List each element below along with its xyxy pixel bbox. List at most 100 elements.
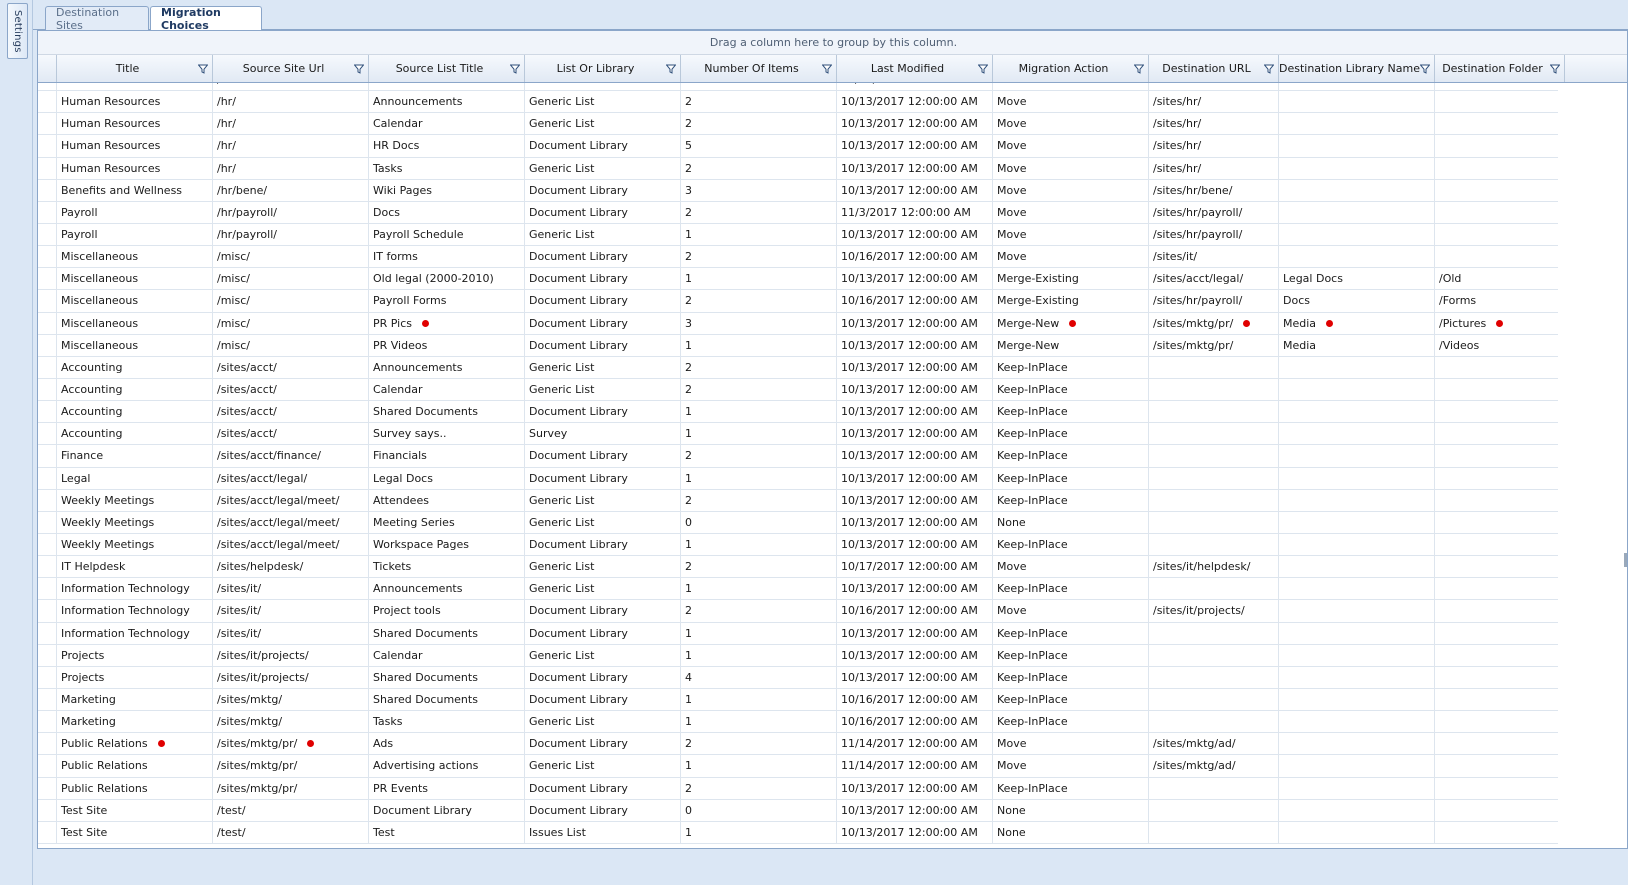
cell-destination-url[interactable]	[1149, 378, 1279, 401]
filter-icon[interactable]	[198, 64, 208, 74]
cell-destination-library-name[interactable]	[1279, 467, 1435, 489]
cell-source-list-title[interactable]: Announcements	[369, 91, 525, 113]
row-indicator[interactable]	[38, 135, 57, 157]
cell-last-modified[interactable]: 10/13/2017 12:00:00 AM	[837, 268, 993, 290]
cell-destination-folder[interactable]	[1435, 645, 1558, 666]
cell-migration-action[interactable]: Merge-New	[993, 312, 1149, 334]
cell-source-list-title[interactable]: Payroll Schedule	[369, 223, 525, 246]
cell-title[interactable]: Information Technology	[57, 622, 213, 644]
row-indicator[interactable]	[38, 113, 57, 135]
cell-number-of-items[interactable]: 2	[681, 157, 837, 179]
cell-title[interactable]: Human Resources	[57, 91, 213, 113]
cell-migration-action[interactable]: Merge-Existing	[993, 268, 1149, 290]
cell-number-of-items[interactable]: 2	[681, 777, 837, 799]
cell-destination-library-name[interactable]	[1279, 401, 1435, 423]
cell-number-of-items[interactable]: 1	[681, 423, 837, 445]
cell-title[interactable]: Finance	[57, 445, 213, 467]
table-row[interactable]: Finance/sites/acct/finance/Financials Doc…	[38, 445, 1558, 468]
table-row[interactable]: Accounting/sites/acct/Survey says.. Surve…	[38, 423, 1558, 446]
cell-last-modified[interactable]: 10/16/2017 12:00:00 AM	[837, 688, 993, 711]
cell-title[interactable]: IT Helpdesk	[57, 556, 213, 578]
cell-destination-url[interactable]	[1149, 423, 1279, 445]
cell-title[interactable]: Human Resources	[57, 113, 213, 135]
cell-list-or-library[interactable]: Document Library	[525, 246, 681, 268]
cell-source-site-url[interactable]: /sites/it/	[213, 578, 369, 600]
cell-migration-action[interactable]: Keep-InPlace	[993, 467, 1149, 489]
cell-destination-url[interactable]: /sites/mktg/pr/	[1149, 334, 1279, 356]
cell-migration-action[interactable]: Keep-InPlace	[993, 533, 1149, 556]
table-row[interactable]: Miscellaneous/misc/IT forms Document Libr…	[38, 246, 1558, 269]
cell-source-list-title[interactable]: PR Videos	[369, 334, 525, 356]
cell-number-of-items[interactable]: 3	[681, 179, 837, 201]
cell-migration-action[interactable]: Move	[993, 201, 1149, 223]
cell-destination-library-name[interactable]	[1279, 113, 1435, 135]
row-indicator[interactable]	[38, 733, 57, 755]
column-header-source-site-url[interactable]: Source Site Url	[213, 55, 369, 82]
cell-source-list-title[interactable]: PR Events	[369, 777, 525, 799]
row-indicator[interactable]	[38, 290, 57, 312]
cell-destination-folder[interactable]	[1435, 667, 1558, 688]
cell-list-or-library[interactable]: Document Library	[525, 445, 681, 467]
cell-migration-action[interactable]: Keep-InPlace	[993, 423, 1149, 445]
cell-destination-url[interactable]	[1149, 799, 1279, 821]
cell-last-modified[interactable]: 11/14/2017 12:00:00 AM	[837, 755, 993, 777]
cell-destination-url[interactable]: /sites/it/	[1149, 246, 1279, 268]
table-row[interactable]: Information Technology/sites/it/Announce…	[38, 578, 1558, 601]
cell-migration-action[interactable]: Move	[993, 157, 1149, 179]
filter-icon[interactable]	[978, 64, 988, 74]
cell-destination-folder[interactable]	[1435, 379, 1558, 400]
cell-source-site-url[interactable]: /sites/acct/	[213, 356, 369, 378]
cell-destination-library-name[interactable]	[1279, 600, 1435, 622]
cell-list-or-library[interactable]: Document Library	[525, 533, 681, 556]
cell-number-of-items[interactable]: 3	[681, 312, 837, 334]
cell-title[interactable]: Public Relations	[57, 755, 213, 777]
cell-source-site-url[interactable]: /sites/acct/legal/meet/	[213, 489, 369, 511]
cell-destination-library-name[interactable]	[1279, 157, 1435, 179]
cell-migration-action[interactable]: None	[993, 799, 1149, 821]
row-indicator[interactable]	[38, 312, 57, 334]
cell-migration-action[interactable]: Move	[993, 113, 1149, 135]
cell-list-or-library[interactable]: Document Library	[525, 666, 681, 688]
cell-source-site-url[interactable]: /misc/	[213, 268, 369, 290]
cell-destination-url[interactable]: /sites/hr/	[1149, 91, 1279, 113]
cell-destination-url[interactable]: /sites/hr/payroll/	[1149, 223, 1279, 246]
table-row[interactable]: Human Resources/hr/Calendar Generic List 2…	[38, 113, 1558, 136]
cell-destination-folder[interactable]: /Videos	[1435, 335, 1558, 356]
group-by-panel[interactable]: Drag a column here to group by this colu…	[38, 31, 1627, 55]
cell-list-or-library[interactable]: Document Library	[525, 622, 681, 644]
cell-number-of-items[interactable]: 2	[681, 378, 837, 401]
cell-number-of-items[interactable]: 1	[681, 334, 837, 356]
cell-last-modified[interactable]: 10/13/2017 12:00:00 AM	[837, 489, 993, 511]
cell-last-modified[interactable]: 10/13/2017 12:00:00 AM	[837, 401, 993, 423]
cell-number-of-items[interactable]: 2	[681, 445, 837, 467]
table-row[interactable]: Public Relations/sites/mktg/pr/Advertisi…	[38, 755, 1558, 778]
row-indicator[interactable]	[38, 578, 57, 600]
table-row[interactable]: Weekly Meetings/sites/acct/legal/meet/Wo…	[38, 533, 1558, 557]
cell-destination-folder[interactable]	[1435, 755, 1558, 776]
cell-number-of-items[interactable]: 5	[681, 135, 837, 157]
row-indicator[interactable]	[38, 201, 57, 223]
cell-source-site-url[interactable]: /sites/helpdesk/	[213, 556, 369, 578]
cell-destination-folder[interactable]	[1435, 113, 1558, 134]
cell-source-list-title[interactable]: Team Discussion	[369, 83, 525, 91]
filter-icon[interactable]	[822, 64, 832, 74]
cell-title[interactable]: Miscellaneous	[57, 290, 213, 312]
cell-destination-url[interactable]	[1149, 356, 1279, 378]
cell-source-list-title[interactable]: Test	[369, 821, 525, 843]
cell-source-site-url[interactable]: /sites/acct/legal/meet/	[213, 533, 369, 556]
cell-list-or-library[interactable]: Generic List	[525, 378, 681, 401]
row-indicator[interactable]	[38, 467, 57, 489]
table-row[interactable]: Projects/sites/it/projects/Calendar Gener…	[38, 644, 1558, 667]
cell-destination-library-name[interactable]	[1279, 91, 1435, 113]
cell-number-of-items[interactable]: 0	[681, 511, 837, 533]
table-row[interactable]: Marketing/sites/mktg/Shared Documents Doc…	[38, 688, 1558, 712]
cell-number-of-items[interactable]: 1	[681, 467, 837, 489]
filter-icon[interactable]	[666, 64, 676, 74]
cell-last-modified[interactable]: 10/13/2017 12:00:00 AM	[837, 533, 993, 556]
cell-destination-library-name[interactable]	[1279, 179, 1435, 201]
row-indicator[interactable]	[38, 356, 57, 378]
cell-migration-action[interactable]: Keep-InPlace	[993, 356, 1149, 378]
cell-last-modified[interactable]: 10/13/2017 12:00:00 AM	[837, 312, 993, 334]
cell-destination-library-name[interactable]	[1279, 821, 1435, 843]
cell-last-modified[interactable]: 10/13/2017 12:00:00 AM	[837, 378, 993, 401]
